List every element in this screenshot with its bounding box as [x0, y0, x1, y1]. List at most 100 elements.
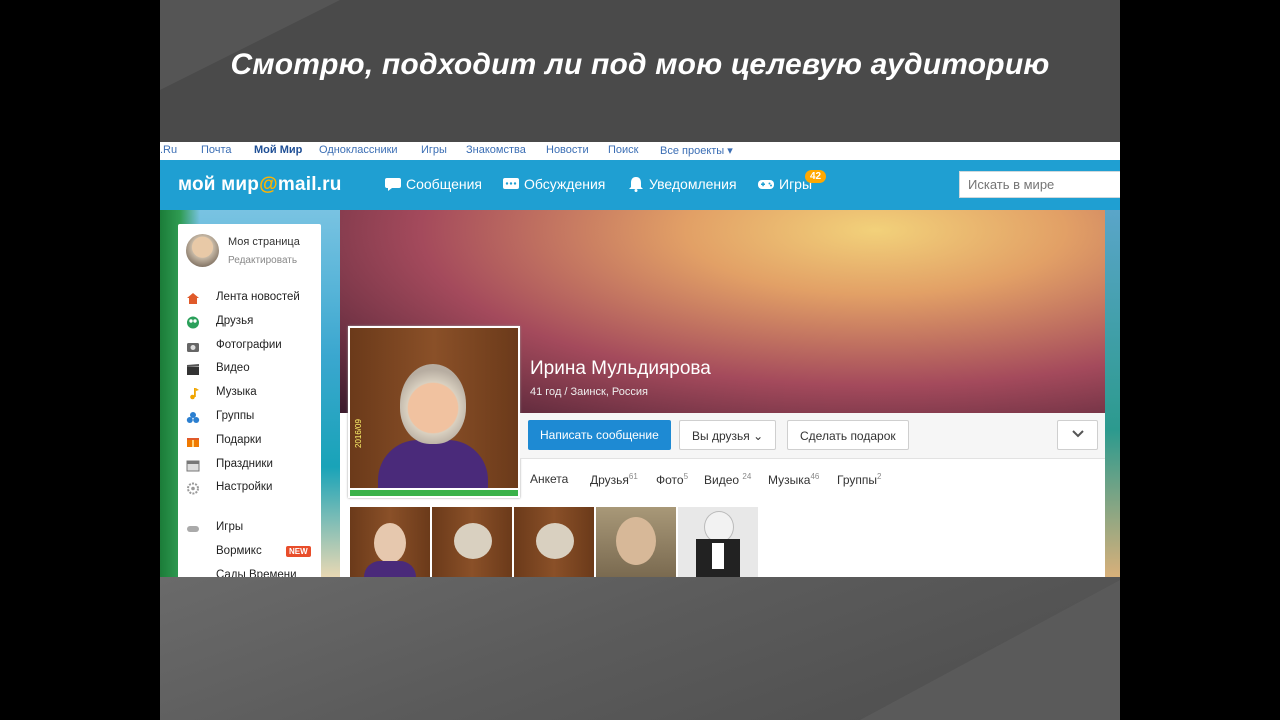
left-sidebar: Моя страница Редактировать Лента новосте…: [178, 224, 321, 577]
sidebar-item-label: Группы: [216, 409, 255, 422]
nav-games[interactable]: Игры: [757, 176, 812, 192]
gear-icon: [187, 482, 199, 495]
site-logo[interactable]: мой мир@mail.ru: [178, 174, 342, 196]
nav-messages[interactable]: Сообщения: [384, 176, 482, 192]
mouse-cursor: [813, 482, 829, 499]
topnav-item-odnoklassniki[interactable]: Одноклассники: [319, 144, 398, 156]
topnav-item-moy-mir[interactable]: Мой Мир: [254, 144, 302, 156]
nav-discussions-label: Обсуждения: [524, 176, 606, 192]
tab-count: 2: [876, 472, 882, 481]
write-message-button[interactable]: Написать сообщение: [528, 420, 671, 450]
thumbnail-face: [616, 517, 656, 565]
thumbnail-face: [536, 523, 574, 559]
friends-icon: [187, 316, 199, 329]
profile-photo[interactable]: 2016/09: [348, 326, 520, 498]
my-page-block[interactable]: Моя страница Редактировать: [186, 234, 300, 267]
topnav-item-all-projects[interactable]: Все проекты ▾: [660, 144, 733, 157]
tab-count: 61: [628, 472, 638, 481]
tab-label: Анкета: [530, 472, 569, 486]
nav-messages-label: Сообщения: [406, 176, 482, 192]
nav-notifications-label: Уведомления: [649, 176, 737, 192]
thumbnail-face: [454, 523, 492, 559]
clapper-icon: [187, 364, 199, 376]
topnav-item-dating[interactable]: Знакомства: [466, 144, 526, 156]
search-input[interactable]: [959, 171, 1120, 198]
tab-groups[interactable]: Группы2: [837, 472, 881, 487]
tab-label: Музыка: [768, 473, 811, 487]
slide-decoration-corner: [860, 580, 1120, 720]
sidebar-item-label: Вормикс: [216, 544, 262, 557]
logo-at: @: [259, 174, 278, 195]
thumbnail-body: [364, 561, 416, 577]
slide-title: Смотрю, подходит ли под мою целевую ауди…: [230, 48, 1050, 81]
topnav-item-news[interactable]: Новости: [546, 144, 589, 156]
gamepad-icon: [187, 526, 199, 533]
topnav-item-ru[interactable]: .Ru: [160, 144, 177, 156]
photo-thumbnail[interactable]: [596, 507, 676, 577]
photo-thumbnail[interactable]: [514, 507, 594, 577]
more-dropdown-button[interactable]: [1057, 420, 1098, 450]
friends-status-button[interactable]: Вы друзья ⌄: [679, 420, 777, 450]
site-header: мой мир@mail.ru Сообщения Обсуждения Уве…: [160, 160, 1120, 210]
chevron-down-icon: [1071, 430, 1084, 438]
logo-text: мой мир: [178, 174, 260, 195]
sidebar-item-label: Друзья: [216, 314, 254, 327]
music-icon: [190, 388, 199, 400]
tab-friends[interactable]: Друзья61: [590, 472, 638, 487]
sidebar-item-label: Лента новостей: [216, 291, 300, 303]
top-portal-nav: .Ru Почта Мой Мир Одноклассники Игры Зна…: [160, 142, 1120, 160]
tab-video[interactable]: Видео 24: [704, 472, 751, 487]
chat-icon: [385, 178, 401, 191]
sidebar-item-label: Сады Времени: [216, 568, 297, 577]
nav-notifications[interactable]: Уведомления: [627, 176, 737, 192]
photo-date-stamp: 2016/09: [354, 419, 363, 448]
photo-thumbnail[interactable]: [678, 507, 758, 577]
gamepad-icon: [758, 180, 774, 189]
profile-main: 2016/09 Ирина Мульдиярова 41 год / Заинс…: [340, 210, 1105, 577]
games-count-badge: 42: [805, 170, 827, 183]
my-page-link[interactable]: Моя страница: [228, 236, 300, 248]
profile-photo-image: 2016/09: [350, 328, 518, 488]
tab-music[interactable]: Музыка46: [768, 472, 819, 487]
send-gift-button[interactable]: Сделать подарок: [787, 420, 909, 450]
screenshot-frame: .Ru Почта Мой Мир Одноклассники Игры Зна…: [160, 142, 1120, 577]
profile-info: 41 год / Заинск, Россия: [530, 386, 649, 398]
topnav-item-mail[interactable]: Почта: [201, 144, 232, 156]
tab-count: 46: [810, 472, 820, 481]
camera-icon: [187, 342, 199, 352]
profile-photo-status-bar: [350, 490, 518, 496]
edit-profile-link[interactable]: Редактировать: [228, 255, 297, 266]
tab-label: Фото: [656, 473, 684, 487]
nav-discussions[interactable]: Обсуждения: [502, 176, 605, 192]
sidebar-item-label: Настройки: [216, 481, 273, 494]
avatar[interactable]: [186, 234, 219, 267]
sidebar-item-label: Видео: [216, 362, 250, 375]
groups-icon: [186, 411, 200, 423]
tab-count: 24: [742, 472, 752, 481]
new-badge: NEW: [286, 545, 311, 557]
thumbnail-face: [374, 523, 406, 563]
home-icon: [187, 293, 199, 304]
sidebar-item-label: Музыка: [216, 386, 257, 399]
right-background-edge: [1105, 210, 1120, 577]
profile-action-bar: Написать сообщение Вы друзья ⌄ Сделать п…: [520, 413, 1105, 459]
presentation-slide: Смотрю, подходит ли под мою целевую ауди…: [160, 0, 1120, 720]
gift-icon: [187, 437, 199, 447]
tab-label: Видео: [704, 473, 740, 487]
profile-name: Ирина Мульдиярова: [530, 358, 711, 379]
sidebar-item-label: Фотографии: [216, 338, 282, 351]
logo-domain: mail.ru: [277, 174, 342, 195]
profile-photo-body: [378, 440, 488, 488]
photo-thumbnail[interactable]: [350, 507, 430, 577]
profile-photo-face: [400, 364, 466, 444]
tab-count: 5: [683, 472, 689, 481]
tab-about[interactable]: Анкета: [530, 472, 568, 486]
tab-label: Друзья: [590, 473, 629, 487]
calendar-icon: [186, 460, 200, 472]
topnav-item-search[interactable]: Поиск: [608, 144, 638, 156]
topnav-item-games[interactable]: Игры: [421, 144, 447, 156]
bell-icon: [629, 177, 643, 192]
tab-label: Группы: [837, 473, 877, 487]
photo-thumbnail[interactable]: [432, 507, 512, 577]
tab-photos[interactable]: Фото5: [656, 472, 688, 487]
